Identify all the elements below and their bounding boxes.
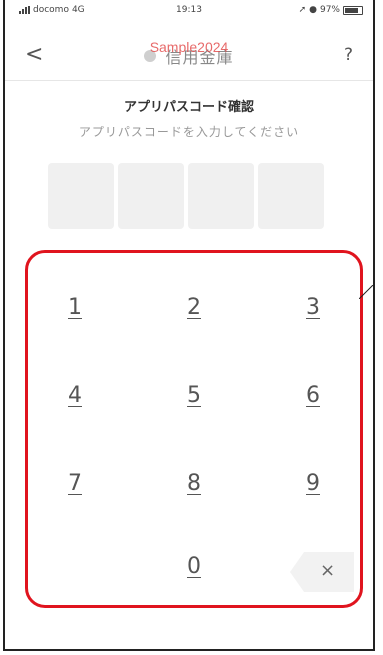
passcode-fields <box>48 163 324 229</box>
phone-screen: docomo 4G 19:13 ➚ ● 97% < 信用金庫 Sample202… <box>3 0 375 651</box>
status-right: ➚ ● 97% <box>299 5 363 15</box>
passcode-digit-3[interactable] <box>188 163 254 229</box>
bank-logo: 信用金庫 Sample2024 <box>5 39 373 67</box>
battery-icon <box>343 5 363 15</box>
header-divider <box>5 80 373 81</box>
status-bar: docomo 4G 19:13 ➚ ● 97% <box>5 0 373 24</box>
help-button[interactable]: ? <box>344 40 353 70</box>
passcode-digit-4[interactable] <box>258 163 324 229</box>
page-title: アプリパスコード確認 <box>123 100 254 115</box>
sample-watermark: Sample2024 <box>149 39 229 55</box>
header: < 信用金庫 Sample2024 ? <box>5 39 373 70</box>
location-icon: ➚ <box>298 5 307 15</box>
passcode-digit-2[interactable] <box>118 163 184 229</box>
passcode-digit-1[interactable] <box>48 163 114 229</box>
callout-line <box>359 285 373 299</box>
battery-percent: 97% <box>319 5 340 15</box>
instruction-text: アプリパスコードを入力してください <box>78 125 300 139</box>
alarm-icon: ● <box>309 5 317 15</box>
keypad-highlight-outline <box>25 250 363 608</box>
